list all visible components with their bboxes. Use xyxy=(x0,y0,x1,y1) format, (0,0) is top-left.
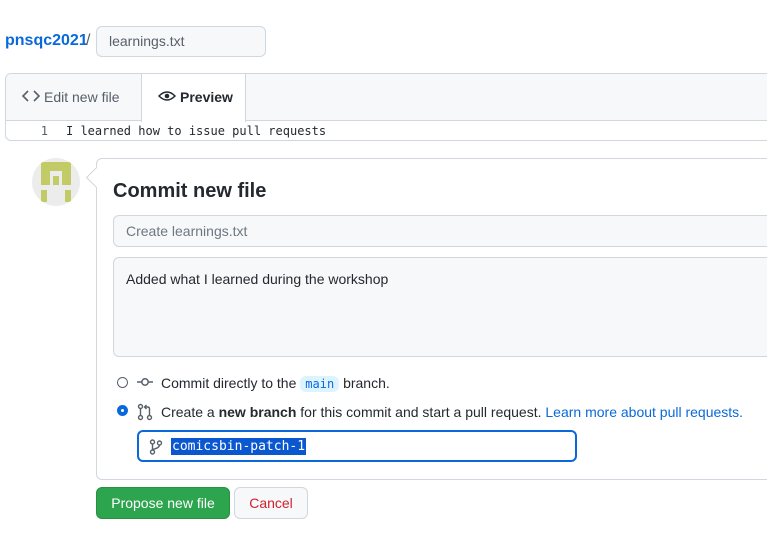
avatar xyxy=(32,158,80,206)
new-branch-suffix: for this commit and start a pull request… xyxy=(300,404,542,420)
code-icon xyxy=(21,75,41,122)
main-branch-chip: main xyxy=(300,376,340,392)
commit-icon xyxy=(136,374,154,395)
commit-directly-label: Commit directly to the main branch. xyxy=(161,375,390,392)
line-number: 1 xyxy=(40,124,48,138)
commit-directly-text: Commit directly to the xyxy=(161,375,297,391)
new-branch-label: Create a new branch for this commit and … xyxy=(161,404,743,420)
breadcrumb-separator: / xyxy=(86,32,91,49)
repo-link[interactable]: pnsqc2021 xyxy=(5,32,88,50)
propose-new-file-button[interactable]: Propose new file xyxy=(96,487,230,519)
commit-directly-suffix: branch. xyxy=(343,375,390,391)
pull-request-icon xyxy=(137,403,153,426)
commit-title: Commit new file xyxy=(113,180,267,202)
editor-tab-bar: Edit new file Preview xyxy=(6,74,767,122)
learn-more-link[interactable]: Learn more about pull requests. xyxy=(545,404,743,420)
commit-description-input[interactable]: Added what I learned during the workshop xyxy=(113,257,767,357)
tab-edit-label: Edit new file xyxy=(44,89,120,105)
branch-name-value: comicsbin-patch-1 xyxy=(171,438,307,455)
commit-summary-input[interactable]: Create learnings.txt xyxy=(113,215,767,247)
tab-preview-label: Preview xyxy=(180,89,233,105)
new-branch-text: Create a xyxy=(161,404,215,420)
filename-input[interactable]: learnings.txt xyxy=(96,26,266,57)
line-content: I learned how to issue pull requests xyxy=(66,124,327,138)
tab-preview[interactable]: Preview xyxy=(141,74,246,122)
branch-name-input[interactable]: comicsbin-patch-1 xyxy=(137,430,577,462)
code-line: 1 I learned how to issue pull requests xyxy=(6,121,767,140)
file-editor: Edit new file Preview 1 I learned how to… xyxy=(5,73,767,141)
radio-new-branch[interactable] xyxy=(117,405,128,416)
git-branch-icon xyxy=(149,439,163,460)
cancel-button[interactable]: Cancel xyxy=(234,487,308,519)
tab-edit-new-file[interactable]: Edit new file xyxy=(6,74,141,121)
eye-icon xyxy=(157,75,177,122)
radio-commit-directly[interactable] xyxy=(117,377,128,388)
new-branch-bold: new branch xyxy=(218,404,297,420)
